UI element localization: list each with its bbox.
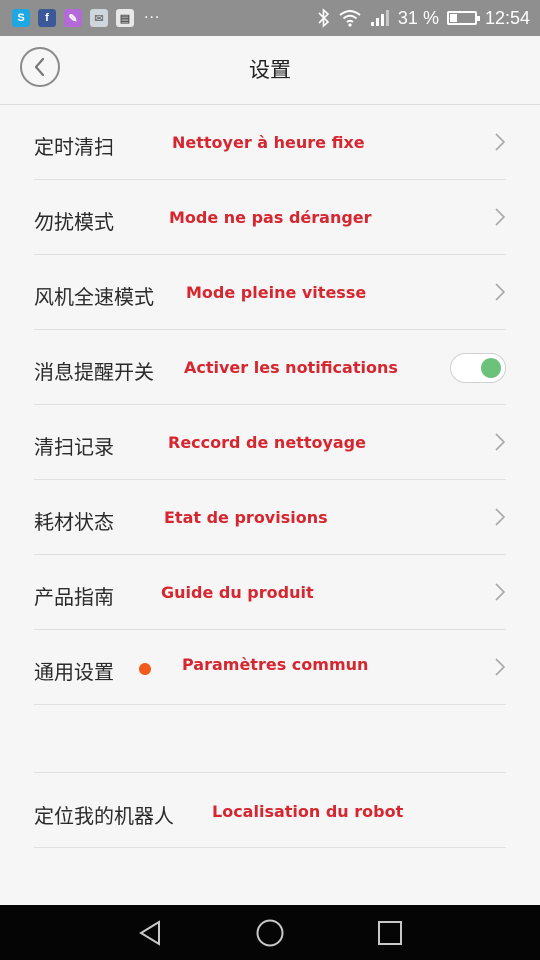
gallery-icon: ✎ (64, 9, 82, 27)
skype-icon: S (12, 9, 30, 27)
setting-translation: Localisation du robot (212, 802, 404, 821)
bluetooth-icon (318, 8, 330, 28)
setting-label: 勿扰模式 (34, 210, 114, 234)
setting-label: 清扫记录 (34, 435, 114, 459)
setting-label: 耗材状态 (34, 510, 114, 534)
wifi-icon (339, 10, 361, 27)
setting-translation: Etat de provisions (164, 508, 328, 527)
more-notifications-icon: ··· (144, 10, 161, 26)
setting-translation: Paramètres commun (182, 655, 369, 674)
chevron-right-icon (495, 508, 506, 526)
battery-icon (446, 11, 480, 25)
chevron-right-icon (495, 433, 506, 451)
setting-label: 消息提醒开关 (34, 360, 154, 384)
recents-square-icon (378, 921, 402, 945)
settings-list: 定时清扫 Nettoyer à heure fixe 勿扰模式 Mode ne … (34, 105, 506, 705)
setting-label: 定时清扫 (34, 135, 114, 159)
back-triangle-icon (139, 920, 160, 946)
settings-list-secondary: 定位我的机器人 Localisation du robot (34, 772, 506, 848)
notification-icons: S f ✎ ✉ ▤ ··· (12, 8, 160, 28)
clock: 12:54 (484, 7, 530, 28)
setting-translation: Mode ne pas déranger (169, 208, 372, 227)
setting-scheduled-clean[interactable]: 定时清扫 Nettoyer à heure fixe (34, 105, 506, 180)
setting-translation: Mode pleine vitesse (186, 283, 367, 302)
setting-product-guide[interactable]: 产品指南 Guide du produit (34, 555, 506, 630)
setting-do-not-disturb[interactable]: 勿扰模式 Mode ne pas déranger (34, 180, 506, 255)
facebook-icon: f (38, 9, 56, 27)
setting-label: 通用设置 (34, 660, 114, 684)
chevron-right-icon (495, 583, 506, 601)
nav-home-button[interactable] (254, 917, 286, 949)
setting-cleaning-record[interactable]: 清扫记录 Reccord de nettoyage (34, 405, 506, 480)
setting-notifications: 消息提醒开关 Activer les notifications (34, 330, 506, 405)
system-nav-bar (0, 905, 540, 960)
status-right: 31 % 12:54 (318, 6, 530, 30)
setting-label: 产品指南 (34, 585, 114, 609)
setting-translation: Activer les notifications (184, 358, 398, 377)
header: 设置 (0, 36, 540, 105)
chevron-right-icon (495, 208, 506, 226)
setting-translation: Nettoyer à heure fixe (172, 133, 365, 152)
toggle-knob (481, 358, 501, 378)
signal-icon (370, 10, 389, 26)
chevron-right-icon (495, 133, 506, 151)
page-title: 设置 (249, 58, 291, 82)
store-icon: ▤ (116, 9, 134, 27)
notifications-toggle[interactable] (450, 353, 506, 383)
chevron-right-icon (495, 283, 506, 301)
setting-translation: Reccord de nettoyage (168, 433, 366, 452)
setting-general[interactable]: 通用设置 Paramètres commun (34, 630, 506, 705)
new-badge-dot (139, 663, 151, 675)
mail-icon: ✉ (90, 9, 108, 27)
setting-label: 风机全速模式 (34, 285, 154, 309)
setting-translation: Guide du produit (161, 583, 314, 602)
setting-locate-robot[interactable]: 定位我的机器人 Localisation du robot (34, 773, 506, 848)
nav-recents-button[interactable] (374, 917, 406, 949)
setting-consumables[interactable]: 耗材状态 Etat de provisions (34, 480, 506, 555)
setting-label: 定位我的机器人 (34, 804, 174, 828)
home-circle-icon (256, 919, 284, 947)
setting-full-speed-fan[interactable]: 风机全速模式 Mode pleine vitesse (34, 255, 506, 330)
battery-fill (449, 14, 457, 22)
chevron-right-icon (495, 658, 506, 676)
nav-back-button[interactable] (134, 917, 166, 949)
battery-percent: 31 % (397, 7, 439, 28)
status-bar: S f ✎ ✉ ▤ ··· 31 % 12:54 (0, 0, 540, 36)
